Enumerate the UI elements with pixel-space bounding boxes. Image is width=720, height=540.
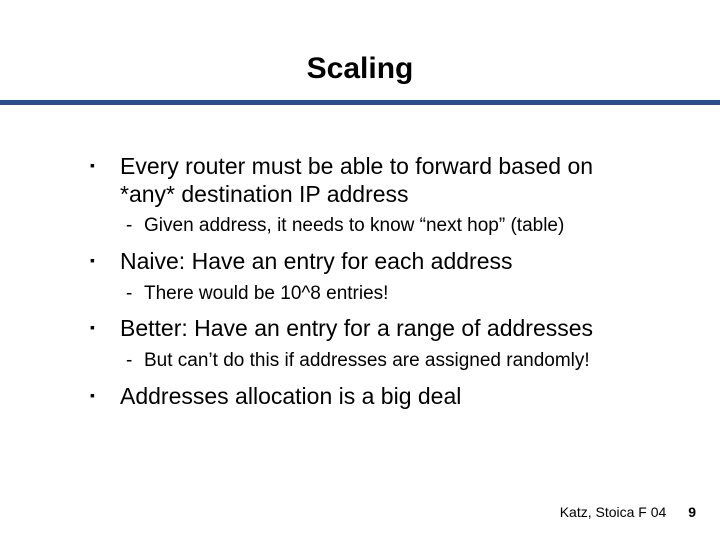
bullet-text: Better: Have an entry for a range of add… — [120, 315, 593, 341]
sub-bullet-item: Given address, it needs to know “next ho… — [120, 214, 652, 238]
bullet-item: Naive: Have an entry for each address Th… — [90, 248, 652, 305]
footer-attribution: Katz, Stoica F 04 — [560, 504, 667, 520]
bullet-item: Every router must be able to forward bas… — [90, 153, 652, 238]
bullet-text: Naive: Have an entry for each address — [120, 248, 512, 274]
bullet-text: Every router must be able to forward bas… — [120, 153, 593, 207]
slide-title: Scaling — [0, 0, 720, 100]
sub-bullet-list: There would be 10^8 entries! — [120, 282, 652, 306]
bullet-item: Better: Have an entry for a range of add… — [90, 315, 652, 372]
bullet-item: Addresses allocation is a big deal — [90, 383, 652, 411]
sub-bullet-item: There would be 10^8 entries! — [120, 282, 652, 306]
slide-footer: Katz, Stoica F 04 9 — [560, 504, 696, 520]
slide-body: Every router must be able to forward bas… — [0, 105, 720, 410]
slide: Scaling Every router must be able to for… — [0, 0, 720, 540]
footer-page-number: 9 — [688, 504, 696, 520]
sub-bullet-text: There would be 10^8 entries! — [144, 283, 388, 304]
bullet-text: Addresses allocation is a big deal — [120, 383, 461, 409]
bullet-list: Every router must be able to forward bas… — [90, 153, 652, 410]
sub-bullet-text: But can’t do this if addresses are assig… — [144, 350, 590, 371]
sub-bullet-list: Given address, it needs to know “next ho… — [120, 214, 652, 238]
sub-bullet-list: But can’t do this if addresses are assig… — [120, 349, 652, 373]
sub-bullet-text: Given address, it needs to know “next ho… — [144, 215, 564, 236]
sub-bullet-item: But can’t do this if addresses are assig… — [120, 349, 652, 373]
